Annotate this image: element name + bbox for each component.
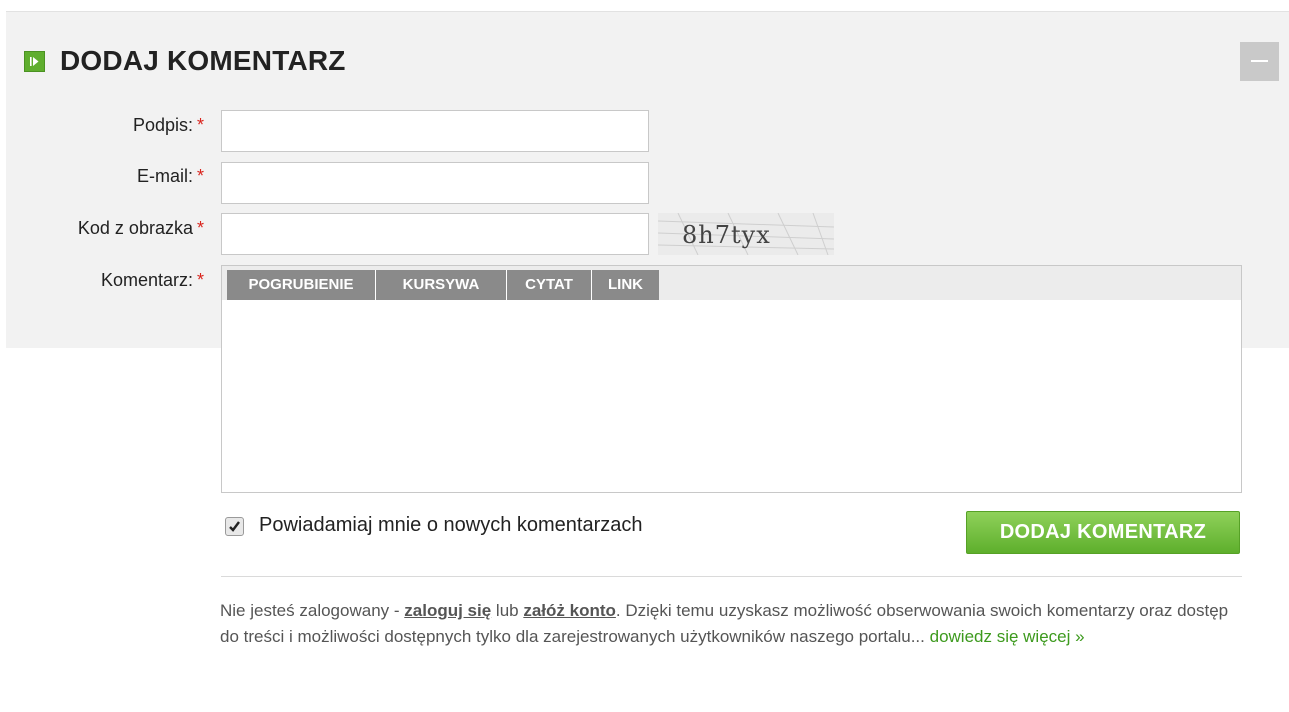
minus-icon <box>1251 60 1268 62</box>
comment-textarea[interactable] <box>222 300 1241 492</box>
required-mark: * <box>196 166 204 186</box>
email-input[interactable] <box>221 162 649 204</box>
signature-label: Podpis: * <box>132 115 204 135</box>
page-title: DODAJ KOMENTARZ <box>60 45 346 76</box>
section-header: DODAJ KOMENTARZ <box>24 45 346 76</box>
submit-comment-button[interactable]: DODAJ KOMENTARZ <box>966 511 1240 554</box>
collapse-button[interactable] <box>1240 42 1279 81</box>
comment-editor: POGRUBIENIE KURSYWA CYTAT LINK <box>221 265 1242 493</box>
signature-input[interactable] <box>221 110 649 152</box>
register-link[interactable]: załóż konto <box>523 601 616 620</box>
quote-button[interactable]: CYTAT <box>507 270 592 300</box>
comment-label: Komentarz: * <box>100 270 204 290</box>
link-button[interactable]: LINK <box>592 270 659 300</box>
required-mark: * <box>196 218 204 238</box>
email-label: E-mail: * <box>136 166 204 186</box>
italic-button[interactable]: KURSYWA <box>376 270 507 300</box>
captcha-image: 8h7tyx <box>657 212 835 256</box>
bold-button[interactable]: POGRUBIENIE <box>227 270 376 300</box>
info-text: lub <box>491 601 524 620</box>
divider <box>221 576 1242 577</box>
learn-more-link[interactable]: dowiedz się więcej » <box>930 627 1085 646</box>
editor-toolbar: POGRUBIENIE KURSYWA CYTAT LINK <box>222 266 1241 300</box>
login-info: Nie jesteś zalogowany - zaloguj się lub … <box>220 598 1250 650</box>
required-mark: * <box>196 115 204 135</box>
required-mark: * <box>196 270 204 290</box>
play-icon <box>24 50 45 72</box>
login-link[interactable]: zaloguj się <box>404 601 491 620</box>
checkmark-icon <box>229 521 240 532</box>
notify-checkbox[interactable] <box>225 517 244 536</box>
notify-label: Powiadamiaj mnie o nowych komentarzach <box>259 514 643 536</box>
captcha-text: 8h7tyx <box>682 221 771 249</box>
info-text: Nie jesteś zalogowany - <box>220 601 405 620</box>
captcha-input[interactable] <box>221 213 649 255</box>
captcha-label: Kod z obrazka * <box>77 218 204 238</box>
